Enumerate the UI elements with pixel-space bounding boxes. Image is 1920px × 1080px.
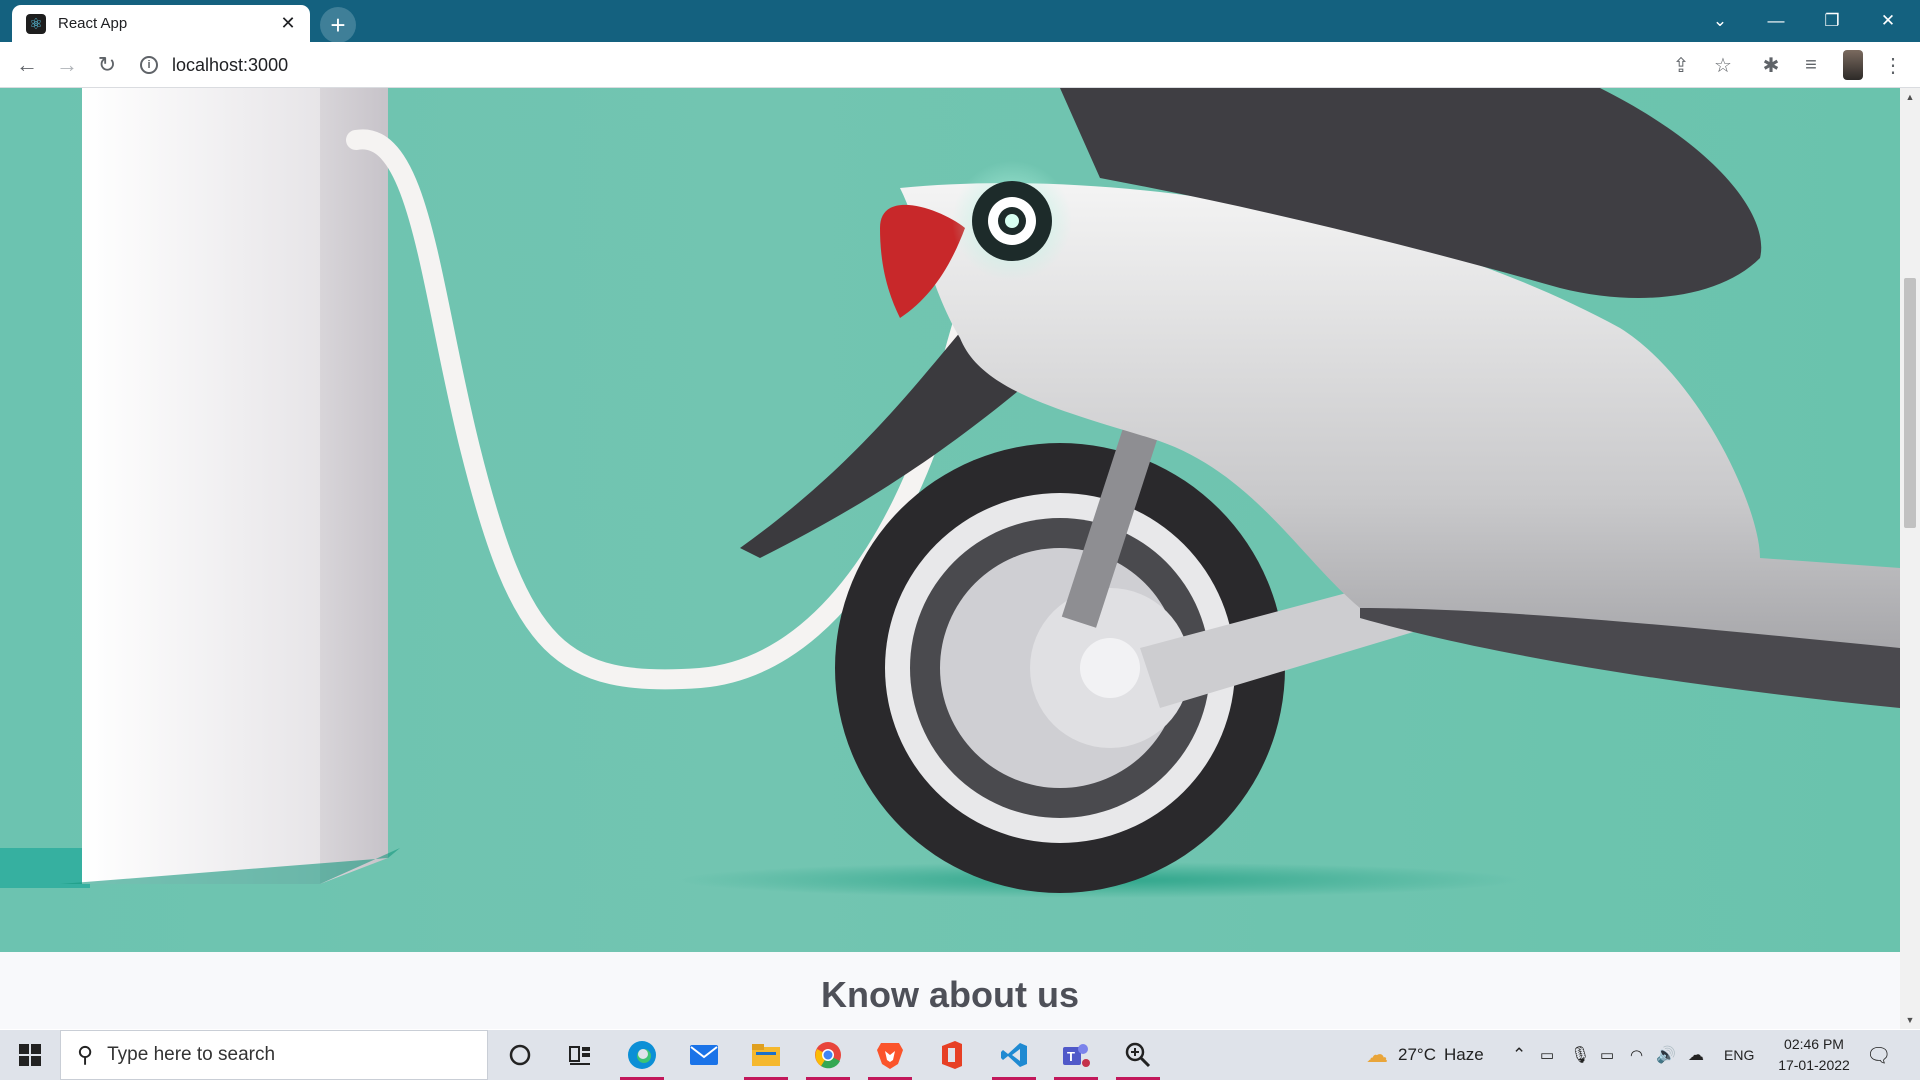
start-button[interactable] [0, 1030, 60, 1080]
wifi-icon[interactable]: ◠ [1630, 1030, 1643, 1080]
close-window-button[interactable]: ✕ [1860, 0, 1916, 42]
share-icon[interactable]: ⇪ [1666, 50, 1696, 80]
browser-toolbar: ← → ↻ i localhost:3000 ⇪ ☆ ✱ ≡ ⋮ [0, 42, 1920, 88]
search-icon: ⚲ [77, 1042, 94, 1067]
notifications-icon[interactable]: 🗨 [1866, 1030, 1891, 1080]
react-icon: ⚛ [26, 13, 46, 34]
windows-taskbar: ⚲ Type here to search T ☁ 27°C Haze ⌃ ▭ … [0, 1030, 1920, 1080]
tab-title: React App [58, 15, 128, 32]
clock-time: 02:46 PM [1784, 1036, 1844, 1052]
weather-haze-icon: ☁ [1366, 1042, 1388, 1067]
teams-icon[interactable]: T [1048, 1030, 1104, 1080]
page-viewport: Know about us [0, 88, 1900, 1029]
media-control-icon[interactable]: ≡ [1796, 50, 1826, 80]
vscode-icon[interactable] [986, 1030, 1042, 1080]
page-scrollbar[interactable]: ▲ ▼ [1900, 88, 1920, 1029]
battery-icon[interactable]: ▭ [1600, 1030, 1614, 1080]
show-hidden-icons-chevron-icon[interactable]: ⌃ [1512, 1030, 1526, 1080]
meet-now-icon[interactable]: ▭ [1540, 1030, 1554, 1080]
minimize-button[interactable]: — [1748, 0, 1804, 42]
extensions-puzzle-icon[interactable]: ✱ [1756, 50, 1786, 80]
weather-condition: Haze [1443, 1045, 1484, 1064]
scroll-down-arrow[interactable]: ▼ [1900, 1011, 1920, 1029]
onedrive-cloud-icon[interactable]: ☁ [1688, 1030, 1704, 1080]
clock-date: 17-01-2022 [1778, 1057, 1850, 1073]
volume-icon[interactable]: 🔊 [1656, 1030, 1676, 1080]
browser-title-bar: ⚛ React App ✕ + ⌄ — ❐ ✕ [0, 0, 1920, 43]
weather-temperature: 27°C [1398, 1045, 1436, 1064]
search-placeholder: Type here to search [107, 1044, 276, 1065]
brave-browser-icon[interactable] [862, 1030, 918, 1080]
office-icon[interactable] [924, 1030, 980, 1080]
address-bar[interactable]: i localhost:3000 [140, 50, 1740, 80]
chrome-icon[interactable] [800, 1030, 856, 1080]
scooter-charging-illustration [0, 88, 1900, 898]
about-heading: Know about us [821, 974, 1079, 1015]
system-clock[interactable]: 02:46 PM 17-01-2022 [1764, 1034, 1864, 1076]
edge-browser-icon[interactable] [614, 1030, 670, 1080]
about-section: Know about us [0, 952, 1900, 1029]
svg-text:T: T [1067, 1049, 1075, 1064]
magnifier-icon[interactable] [1110, 1030, 1166, 1080]
profile-avatar[interactable] [1843, 50, 1863, 80]
close-tab-icon[interactable]: ✕ [276, 13, 300, 34]
taskbar-search-box[interactable]: ⚲ Type here to search [60, 1030, 488, 1080]
file-explorer-icon[interactable] [738, 1030, 794, 1080]
cortana-icon[interactable] [492, 1030, 548, 1080]
site-info-icon[interactable]: i [140, 56, 158, 74]
microphone-icon[interactable]: 🎙 [1570, 1030, 1590, 1080]
task-view-icon[interactable] [552, 1030, 608, 1080]
hero-image [0, 88, 1900, 952]
new-tab-button[interactable]: + [320, 7, 356, 43]
weather-widget[interactable]: ☁ 27°C Haze [1366, 1030, 1484, 1080]
url-text[interactable]: localhost:3000 [172, 55, 288, 76]
bookmark-star-icon[interactable]: ☆ [1708, 50, 1738, 80]
browser-menu-icon[interactable]: ⋮ [1878, 50, 1908, 80]
restore-button[interactable]: ❐ [1804, 0, 1860, 42]
scroll-up-arrow[interactable]: ▲ [1900, 88, 1920, 106]
forward-button[interactable]: → [52, 50, 82, 80]
back-button[interactable]: ← [12, 50, 42, 80]
reload-button[interactable]: ↻ [92, 50, 122, 80]
scroll-thumb[interactable] [1904, 278, 1916, 528]
tab-search-icon[interactable]: ⌄ [1692, 0, 1748, 42]
input-language[interactable]: ENG [1724, 1030, 1754, 1080]
browser-tab[interactable]: ⚛ React App ✕ [12, 5, 310, 42]
mail-icon[interactable] [676, 1030, 732, 1080]
windows-logo-icon [19, 1044, 41, 1066]
